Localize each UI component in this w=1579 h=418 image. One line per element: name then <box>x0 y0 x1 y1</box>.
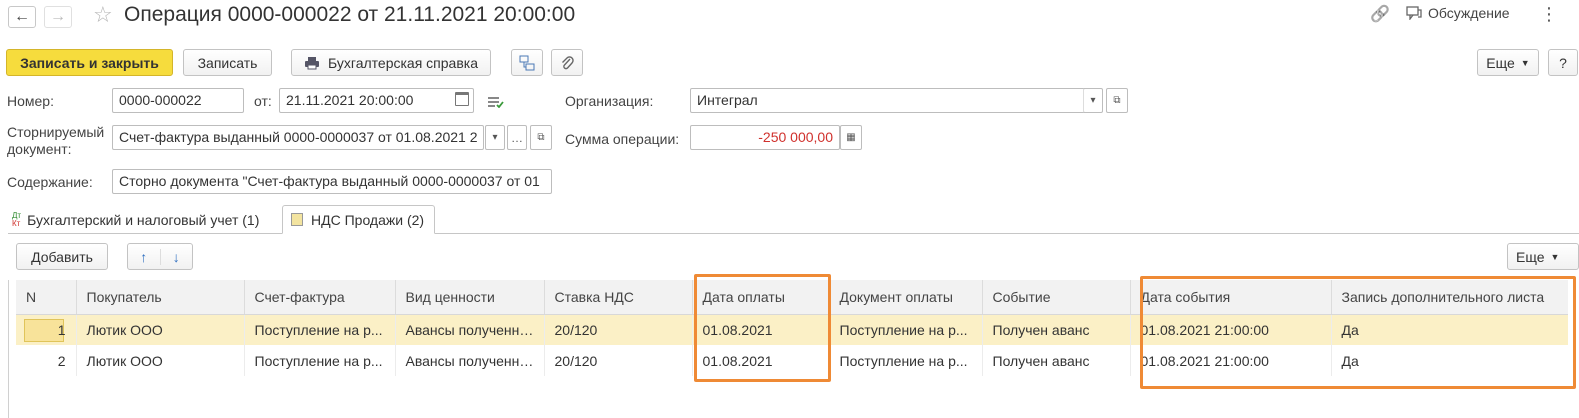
page-title: Операция 0000-000022 от 21.11.2021 20:00… <box>124 3 576 26</box>
column-header-value-type[interactable]: Вид ценности <box>394 280 544 315</box>
printer-icon <box>305 56 320 69</box>
arrow-left-icon: ← <box>14 8 30 25</box>
paperclip-icon <box>562 55 574 69</box>
column-header-invoice[interactable]: Счет-фактура <box>243 280 395 315</box>
cell-additional-sheet[interactable]: Да <box>1330 314 1568 345</box>
cell-value-type[interactable]: Авансы полученные <box>394 314 544 345</box>
number-field[interactable]: 0000-000022 <box>112 88 244 113</box>
attach-button[interactable] <box>551 49 583 76</box>
cell-event[interactable]: Получен аванс <box>981 314 1130 345</box>
open-organization-icon[interactable]: ⧉ <box>1106 88 1128 113</box>
organization-label: Организация: <box>565 93 654 109</box>
cell-event[interactable]: Получен аванс <box>981 345 1130 376</box>
link-icon[interactable]: 🔗 <box>1370 4 1390 24</box>
table-row[interactable]: 2 Лютик ООО Поступление на р... Авансы п… <box>16 345 1568 376</box>
cell-payment-document[interactable]: Поступление на р... <box>828 314 982 345</box>
column-header-event[interactable]: Событие <box>981 280 1130 315</box>
storno-doc-label-line2: документ: <box>7 141 72 157</box>
storno-select-icon[interactable]: … <box>507 125 527 150</box>
table-left-border <box>8 280 9 418</box>
cell-payment-date[interactable]: 01.08.2021 <box>691 314 829 345</box>
cell-invoice[interactable]: Поступление на р... <box>243 345 395 376</box>
date-from-label: от: <box>254 93 272 109</box>
chevron-down-icon: ▼ <box>1520 57 1530 68</box>
column-header-event-date[interactable]: Дата события <box>1129 280 1331 315</box>
forward-button[interactable]: → <box>44 6 72 28</box>
structure-button[interactable] <box>511 49 543 76</box>
cell-value-type[interactable]: Авансы полученные <box>394 345 544 376</box>
accounting-reference-button[interactable]: Бухгалтерская справка <box>291 49 491 76</box>
discussion-button[interactable]: Обсуждение <box>1406 5 1510 21</box>
cell-payment-document[interactable]: Поступление на р... <box>828 345 982 376</box>
help-button[interactable]: ? <box>1548 49 1578 76</box>
arrow-right-icon: → <box>50 8 66 25</box>
more-label: Еще <box>1486 54 1515 71</box>
organization-field[interactable]: Интеграл <box>690 88 1102 113</box>
cell-n[interactable]: 2 <box>16 345 76 376</box>
number-label: Номер: <box>7 93 54 109</box>
organization-dropdown-icon[interactable]: ▾ <box>1083 88 1103 113</box>
move-up-icon[interactable]: ↑ <box>128 248 161 265</box>
date-field[interactable]: 21.11.2021 20:00:00 <box>279 88 474 113</box>
row-number: 1 <box>57 321 66 338</box>
cell-vat-rate[interactable]: 20/120 <box>543 314 692 345</box>
back-button[interactable]: ← <box>8 6 36 28</box>
calendar-icon[interactable] <box>455 92 469 106</box>
content-field[interactable]: Сторно документа "Счет-фактура выданный … <box>112 169 552 194</box>
table-header-row: N Покупатель Счет-фактура Вид ценности С… <box>16 280 1568 315</box>
tab-vat-sales-label: НДС Продажи (2) <box>311 211 425 228</box>
column-header-payment-document[interactable]: Документ оплаты <box>828 280 982 315</box>
content-label: Содержание: <box>7 174 93 190</box>
add-row-button[interactable]: Добавить <box>16 243 108 270</box>
tab-accounting[interactable]: Дт Кт Бухгалтерский и налоговый учет (1) <box>6 205 265 234</box>
vat-sales-table: N Покупатель Счет-фактура Вид ценности С… <box>16 280 1568 376</box>
cell-payment-date[interactable]: 01.08.2021 <box>691 345 829 376</box>
chat-icon <box>1406 6 1422 20</box>
table-row[interactable]: 1 Лютик ООО Поступление на р... Авансы п… <box>16 314 1568 345</box>
column-header-n[interactable]: N <box>16 280 76 315</box>
save-button[interactable]: Записать <box>183 49 272 76</box>
list-check-icon[interactable] <box>488 95 504 109</box>
save-and-close-button[interactable]: Записать и закрыть <box>6 49 173 76</box>
discussion-label: Обсуждение <box>1428 5 1510 21</box>
cell-additional-sheet[interactable]: Да <box>1330 345 1568 376</box>
debit-credit-icon: Дт Кт <box>12 210 22 228</box>
sum-label: Сумма операции: <box>565 131 680 147</box>
open-storno-icon[interactable]: ⧉ <box>530 125 552 150</box>
cell-vat-rate[interactable]: 20/120 <box>543 345 692 376</box>
tab-vat-sales[interactable]: НДС Продажи (2) <box>282 205 436 234</box>
cell-n[interactable]: 1 <box>16 314 76 345</box>
chevron-down-icon: ▼ <box>1550 251 1560 262</box>
column-header-buyer[interactable]: Покупатель <box>75 280 244 315</box>
column-header-payment-date[interactable]: Дата оплаты <box>691 280 829 315</box>
move-down-icon[interactable]: ↓ <box>161 249 193 265</box>
storno-doc-label-line1: Сторнируемый <box>7 124 105 140</box>
table-more-button[interactable]: Еще ▼ <box>1507 243 1579 270</box>
operation-sum-field[interactable]: -250 000,00 <box>690 125 840 150</box>
accounting-reference-label: Бухгалтерская справка <box>328 54 478 71</box>
tab-accounting-label: Бухгалтерский и налоговый учет (1) <box>27 211 260 228</box>
move-buttons: ↑ ↓ <box>127 243 193 270</box>
cell-buyer[interactable]: Лютик ООО <box>75 314 244 345</box>
column-header-additional-sheet[interactable]: Запись дополнительного листа <box>1330 280 1568 315</box>
column-header-vat-rate[interactable]: Ставка НДС <box>543 280 692 315</box>
more-button[interactable]: Еще ▼ <box>1477 49 1539 76</box>
document-structure-icon <box>519 55 535 70</box>
cell-buyer[interactable]: Лютик ООО <box>75 345 244 376</box>
storno-dropdown-icon[interactable]: ▾ <box>485 125 505 150</box>
favorite-star-icon[interactable]: ☆ <box>93 2 113 28</box>
storno-document-field[interactable]: Счет-фактура выданный 0000-0000037 от 01… <box>112 125 484 150</box>
cell-event-date[interactable]: 01.08.2021 21:00:00 <box>1129 314 1331 345</box>
more-vertical-icon[interactable]: ⋮ <box>1540 4 1558 25</box>
table-more-label: Еще <box>1516 248 1545 265</box>
document-icon <box>291 213 303 226</box>
calculator-icon[interactable]: ▦ <box>840 125 862 150</box>
cell-event-date[interactable]: 01.08.2021 21:00:00 <box>1129 345 1331 376</box>
cell-invoice[interactable]: Поступление на р... <box>243 314 395 345</box>
